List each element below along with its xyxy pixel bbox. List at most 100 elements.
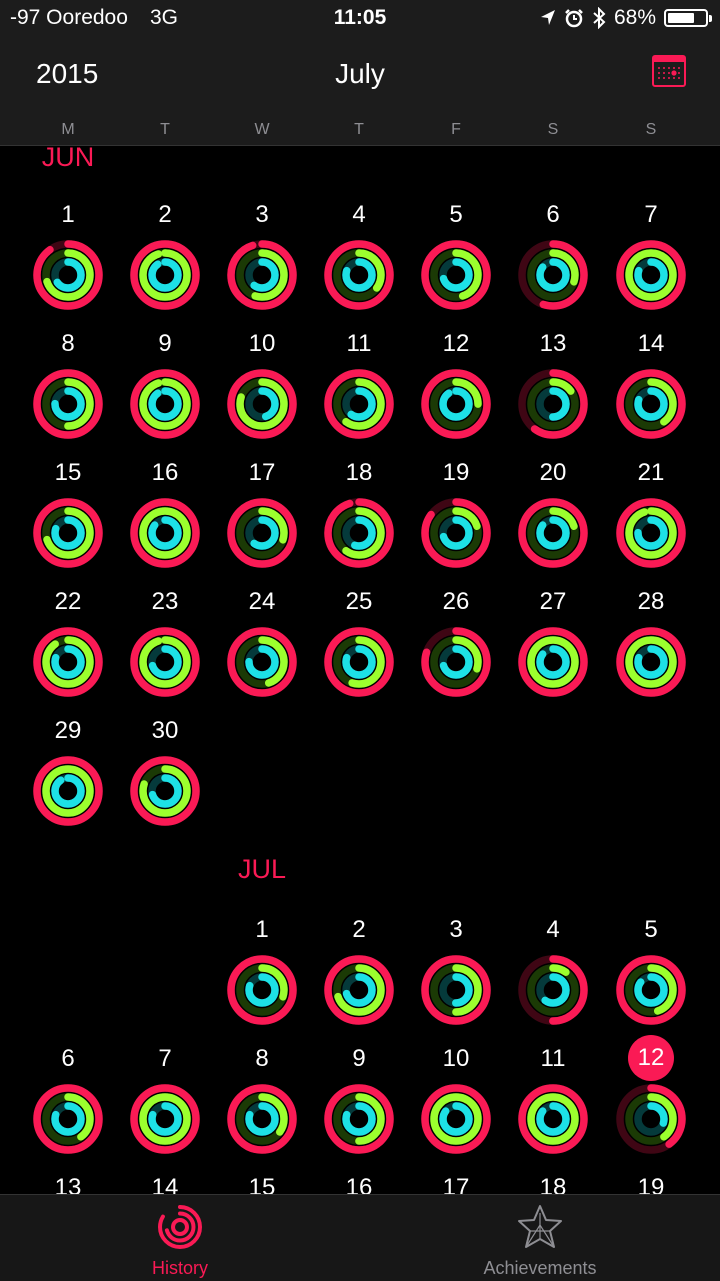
day-number[interactable]: 30 [117, 717, 213, 745]
calendar-scroll[interactable]: JUN 1 2 3 4 5 6 7 8 9 10 11 12 13 14 15 16 17 18 19 20 21 22 23… [0, 146, 720, 1194]
activity-rings[interactable] [615, 954, 687, 1026]
stand-ring [148, 258, 182, 292]
day-number[interactable]: 19 [603, 1174, 699, 1194]
activity-rings[interactable] [32, 755, 104, 827]
day-number[interactable]: 17 [408, 1174, 504, 1194]
activity-rings[interactable] [615, 497, 687, 569]
activity-rings[interactable] [517, 368, 589, 440]
activity-rings[interactable] [226, 368, 298, 440]
day-number[interactable]: 27 [505, 588, 601, 616]
activity-rings[interactable] [323, 954, 395, 1026]
tab-achievements[interactable]: Achievements [360, 1195, 720, 1281]
activity-rings[interactable] [129, 755, 201, 827]
activity-rings[interactable] [420, 1083, 492, 1155]
day-number[interactable]: 22 [20, 588, 116, 616]
tab-history[interactable]: History [0, 1195, 360, 1281]
day-number[interactable]: 11 [505, 1045, 601, 1073]
day-number[interactable]: 24 [214, 588, 310, 616]
activity-rings[interactable] [129, 239, 201, 311]
activity-rings[interactable] [420, 239, 492, 311]
activity-rings[interactable] [32, 497, 104, 569]
activity-rings[interactable] [226, 954, 298, 1026]
day-number[interactable]: 1 [20, 201, 116, 229]
activity-rings[interactable] [226, 497, 298, 569]
day-number[interactable]: 28 [603, 588, 699, 616]
day-number[interactable]: 15 [20, 459, 116, 487]
day-number[interactable]: 29 [20, 717, 116, 745]
day-number[interactable]: 19 [408, 459, 504, 487]
activity-rings[interactable] [323, 497, 395, 569]
day-number[interactable]: 6 [20, 1045, 116, 1073]
day-number[interactable]: 25 [311, 588, 407, 616]
day-number[interactable]: 14 [603, 330, 699, 358]
weekday-label: W [254, 121, 270, 138]
day-number[interactable]: 13 [20, 1174, 116, 1194]
activity-rings[interactable] [420, 368, 492, 440]
activity-rings[interactable] [323, 368, 395, 440]
day-number[interactable]: 7 [603, 201, 699, 229]
calendar-icon[interactable] [652, 54, 686, 88]
activity-rings[interactable] [32, 368, 104, 440]
day-number[interactable]: 5 [408, 201, 504, 229]
day-number[interactable]: 23 [117, 588, 213, 616]
day-number[interactable]: 14 [117, 1174, 213, 1194]
day-number[interactable]: 21 [603, 459, 699, 487]
day-number[interactable]: 8 [20, 330, 116, 358]
day-number[interactable]: 3 [408, 916, 504, 944]
activity-rings[interactable] [129, 626, 201, 698]
day-number[interactable]: 10 [214, 330, 310, 358]
day-number[interactable]: 20 [505, 459, 601, 487]
activity-rings[interactable] [129, 497, 201, 569]
day-number[interactable]: 16 [117, 459, 213, 487]
activity-rings[interactable] [517, 954, 589, 1026]
status-bar: -97 Ooredoo 3G 11:05 68% [0, 0, 720, 40]
day-number[interactable]: 7 [117, 1045, 213, 1073]
day-number[interactable]: 2 [311, 916, 407, 944]
day-number[interactable]: 12 [408, 330, 504, 358]
activity-rings[interactable] [32, 239, 104, 311]
activity-rings[interactable] [129, 368, 201, 440]
day-number[interactable]: 6 [505, 201, 601, 229]
day-number[interactable]: 4 [505, 916, 601, 944]
day-number[interactable]: 11 [311, 330, 407, 358]
activity-rings[interactable] [517, 239, 589, 311]
day-number[interactable]: 26 [408, 588, 504, 616]
activity-rings[interactable] [226, 1083, 298, 1155]
day-number[interactable]: 15 [214, 1174, 310, 1194]
activity-rings[interactable] [32, 626, 104, 698]
day-number[interactable]: 17 [214, 459, 310, 487]
activity-rings[interactable] [323, 1083, 395, 1155]
day-number[interactable]: 4 [311, 201, 407, 229]
activity-rings[interactable] [420, 497, 492, 569]
activity-rings[interactable] [517, 626, 589, 698]
stand-ring [439, 387, 473, 421]
nav-bar: 2015 July MTWTFSS [0, 40, 720, 146]
day-number[interactable]: 10 [408, 1045, 504, 1073]
activity-rings[interactable] [323, 239, 395, 311]
day-number[interactable]: 9 [311, 1045, 407, 1073]
activity-rings[interactable] [615, 368, 687, 440]
activity-rings[interactable] [226, 626, 298, 698]
day-number[interactable]: 18 [311, 459, 407, 487]
activity-rings[interactable] [129, 1083, 201, 1155]
day-number-today[interactable]: 12 [628, 1035, 674, 1081]
day-number[interactable]: 18 [505, 1174, 601, 1194]
day-number[interactable]: 5 [603, 916, 699, 944]
activity-rings[interactable] [615, 626, 687, 698]
activity-rings[interactable] [517, 497, 589, 569]
day-number[interactable]: 1 [214, 916, 310, 944]
activity-rings[interactable] [323, 626, 395, 698]
day-number[interactable]: 9 [117, 330, 213, 358]
activity-rings[interactable] [517, 1083, 589, 1155]
day-number[interactable]: 3 [214, 201, 310, 229]
activity-rings[interactable] [420, 626, 492, 698]
day-number[interactable]: 16 [311, 1174, 407, 1194]
activity-rings[interactable] [32, 1083, 104, 1155]
day-number[interactable]: 8 [214, 1045, 310, 1073]
day-number[interactable]: 13 [505, 330, 601, 358]
activity-rings[interactable] [615, 239, 687, 311]
activity-rings[interactable] [420, 954, 492, 1026]
activity-rings[interactable] [615, 1083, 687, 1155]
day-number[interactable]: 2 [117, 201, 213, 229]
activity-rings[interactable] [226, 239, 298, 311]
